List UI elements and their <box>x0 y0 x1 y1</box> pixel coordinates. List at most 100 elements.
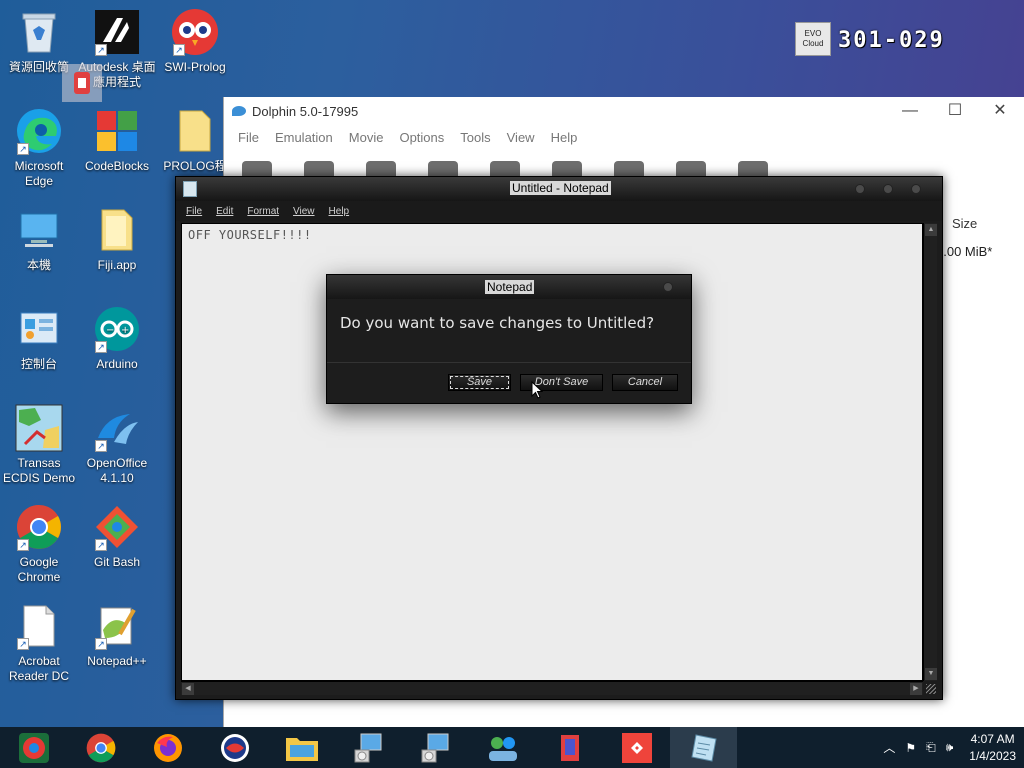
dolphin-menubar: File Emulation Movie Options Tools View … <box>224 125 1024 149</box>
minimize-button[interactable]: — <box>887 101 933 123</box>
save-button[interactable]: Save <box>448 374 511 391</box>
volume-icon[interactable]: 🕪 <box>946 740 954 755</box>
game-size-cell: 2.00 MiB* <box>936 244 993 259</box>
notepad-window[interactable]: Untitled - Notepad File Edit Format View… <box>175 176 943 700</box>
desktop-icon-git-bash[interactable]: ↗ Git Bash <box>78 503 156 570</box>
maximize-button[interactable]: ☐ <box>932 101 978 123</box>
shortcut-arrow-icon: ↗ <box>95 341 107 353</box>
taskbar-obs[interactable] <box>201 727 268 768</box>
file-explorer-icon <box>285 737 318 761</box>
codeblocks-icon <box>93 107 141 155</box>
dialog-message: Do you want to save changes to Untitled? <box>340 314 655 332</box>
desktop-icon-notepad-plus-plus[interactable]: ↗ Notepad++ <box>78 602 156 669</box>
taskbar-firefox[interactable] <box>134 727 201 768</box>
desktop-icon-swi-prolog[interactable]: ↗ SWI-Prolog <box>156 8 234 75</box>
taskbar-people[interactable] <box>469 727 536 768</box>
network-icon[interactable]: ⎗ <box>926 740 936 755</box>
chrome-alt-icon <box>18 732 49 763</box>
svg-text:−: − <box>106 325 114 336</box>
scroll-right-icon[interactable]: ▶ <box>910 683 922 695</box>
save-changes-dialog[interactable]: Notepad Do you want to save changes to U… <box>326 274 692 404</box>
taskbar-chrome[interactable] <box>67 727 134 768</box>
column-header-size[interactable]: Size <box>952 216 977 231</box>
menu-edit[interactable]: Edit <box>216 206 233 217</box>
network-install-icon <box>354 733 381 762</box>
menu-emulation[interactable]: Emulation <box>267 130 341 145</box>
close-button[interactable] <box>663 282 673 292</box>
notepad-icon <box>690 733 717 762</box>
pdf-file-icon: ↗ <box>15 602 63 650</box>
menu-format[interactable]: Format <box>247 206 279 217</box>
shortcut-arrow-icon: ↗ <box>95 440 107 452</box>
chevron-up-icon[interactable]: ︿ <box>883 739 895 756</box>
menu-help[interactable]: Help <box>329 206 350 217</box>
taskbar-network-install-2[interactable] <box>402 727 469 768</box>
network-install-icon-2 <box>421 733 448 762</box>
notepad-title: Untitled - Notepad <box>510 181 611 195</box>
notepad-content: OFF YOURSELF!!!! <box>188 228 312 242</box>
taskbar-notepad[interactable] <box>670 727 737 768</box>
control-panel-icon <box>15 305 63 353</box>
openoffice-icon: ↗ <box>93 404 141 452</box>
close-button[interactable]: ✕ <box>977 101 1023 123</box>
cancel-button[interactable]: Cancel <box>612 374 678 391</box>
maximize-button[interactable] <box>883 184 893 194</box>
clock-date: 1/4/2023 <box>969 748 1016 763</box>
desktop-icon-acrobat-reader[interactable]: ↗ Acrobat Reader DC <box>0 602 78 684</box>
desktop-icon-fiji[interactable]: Fiji.app <box>78 206 156 273</box>
vertical-scrollbar[interactable]: ▲ ▼ <box>923 223 937 681</box>
arduino-icon: − + ↗ <box>93 305 141 353</box>
shortcut-arrow-icon: ↗ <box>95 638 107 650</box>
menu-options[interactable]: Options <box>391 130 452 145</box>
taskbar-anydesk[interactable] <box>603 727 670 768</box>
menu-file[interactable]: File <box>230 130 267 145</box>
swi-prolog-owl-icon: ↗ <box>171 8 219 56</box>
menu-view[interactable]: View <box>293 206 315 217</box>
desktop-icon-openoffice[interactable]: ↗ OpenOffice 4.1.10 <box>78 404 156 486</box>
menu-movie[interactable]: Movie <box>341 130 392 145</box>
menu-view[interactable]: View <box>499 130 543 145</box>
taskbar-app-red[interactable] <box>536 727 603 768</box>
desktop-icon-codeblocks[interactable]: CodeBlocks <box>78 107 156 174</box>
obs-icon <box>220 733 249 762</box>
pinned-red-app-icon[interactable] <box>62 64 102 102</box>
scroll-down-icon[interactable]: ▼ <box>925 668 937 680</box>
desktop-icon-control-panel[interactable]: 控制台 <box>0 305 78 372</box>
taskbar-chrome-alt[interactable] <box>0 727 67 768</box>
dolphin-title: Dolphin 5.0-17995 <box>252 103 359 119</box>
taskbar-network-install[interactable] <box>335 727 402 768</box>
flag-icon[interactable]: ⚑ <box>905 741 916 755</box>
menu-help[interactable]: Help <box>543 130 586 145</box>
notepad-titlebar[interactable]: Untitled - Notepad <box>176 177 942 201</box>
folder-icon <box>93 206 141 254</box>
scroll-left-icon[interactable]: ◀ <box>182 683 194 695</box>
clock[interactable]: 4:07 AM 1/4/2023 <box>969 731 1016 765</box>
menu-file[interactable]: File <box>186 206 202 217</box>
shortcut-arrow-icon: ↗ <box>17 143 29 155</box>
resize-grip-icon[interactable] <box>926 684 936 694</box>
transas-map-icon <box>15 404 63 452</box>
folder-icon <box>171 107 219 155</box>
scroll-up-icon[interactable]: ▲ <box>925 224 937 236</box>
taskbar: ︿ ⚑ ⎗ 🕪 4:07 AM 1/4/2023 <box>0 727 1024 768</box>
clock-time: 4:07 AM <box>970 731 1015 746</box>
system-tray: ︿ ⚑ ⎗ 🕪 4:07 AM 1/4/2023 <box>883 727 1016 768</box>
people-icon <box>488 736 517 761</box>
close-button[interactable] <box>911 184 921 194</box>
desktop-icon-google-chrome[interactable]: ↗ Google Chrome <box>0 503 78 585</box>
horizontal-scrollbar[interactable]: ◀ ▶ <box>181 681 923 695</box>
chrome-icon <box>86 733 115 762</box>
desktop-icon-arduino[interactable]: − + ↗ Arduino <box>78 305 156 372</box>
desktop-icon-microsoft-edge[interactable]: ↗ Microsoft Edge <box>0 107 78 189</box>
dialog-divider <box>327 362 691 363</box>
shortcut-arrow-icon: ↗ <box>173 44 185 56</box>
desktop-icon-transas-ecdis[interactable]: Transas ECDIS Demo <box>0 404 78 486</box>
dialog-title: Notepad <box>485 280 535 294</box>
svg-text:+: + <box>121 325 129 336</box>
menu-tools[interactable]: Tools <box>452 130 498 145</box>
desktop-icon-this-pc[interactable]: 本機 <box>0 206 78 273</box>
dialog-titlebar[interactable]: Notepad <box>327 275 691 299</box>
taskbar-file-explorer[interactable] <box>268 727 335 768</box>
minimize-button[interactable] <box>855 184 865 194</box>
app-red-icon <box>560 734 579 761</box>
